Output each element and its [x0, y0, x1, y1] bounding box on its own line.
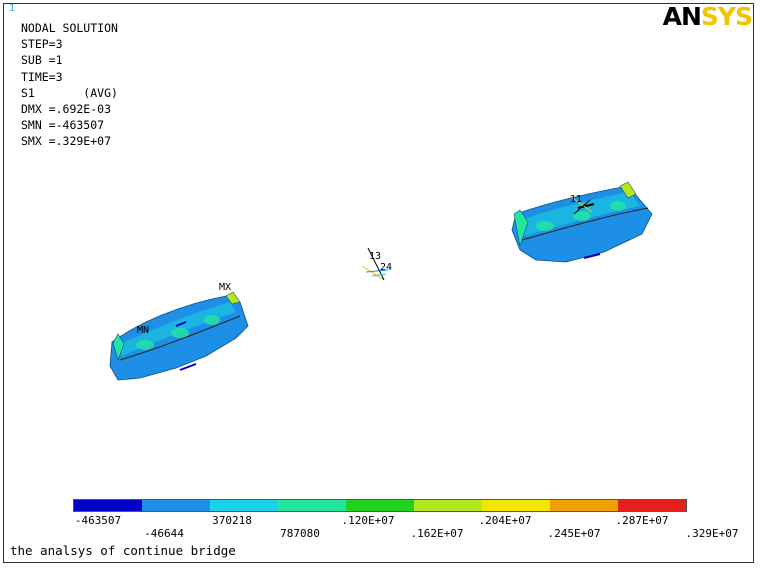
min-marker: MN: [137, 325, 149, 336]
model-viewport[interactable]: MX MN 11 13 24: [0, 0, 760, 568]
legend-band-3: [210, 500, 278, 511]
bridge-segment-left: [109, 291, 249, 381]
node-label-24: 24: [380, 262, 392, 273]
legend-band-6: [414, 500, 482, 511]
contour-legend-bar: [73, 499, 687, 512]
legend-band-5: [346, 500, 414, 511]
node-label-11: 11: [570, 194, 582, 205]
legend-band-4: [278, 500, 346, 511]
legend-band-9: [618, 500, 686, 511]
max-marker: MX: [219, 282, 231, 293]
legend-band-7: [482, 500, 550, 511]
node-label-13: 13: [369, 251, 381, 262]
legend-band-1: [74, 500, 142, 511]
legend-band-2: [142, 500, 210, 511]
plot-caption: the analsys of continue bridge: [10, 543, 236, 558]
legend-band-8: [550, 500, 618, 511]
